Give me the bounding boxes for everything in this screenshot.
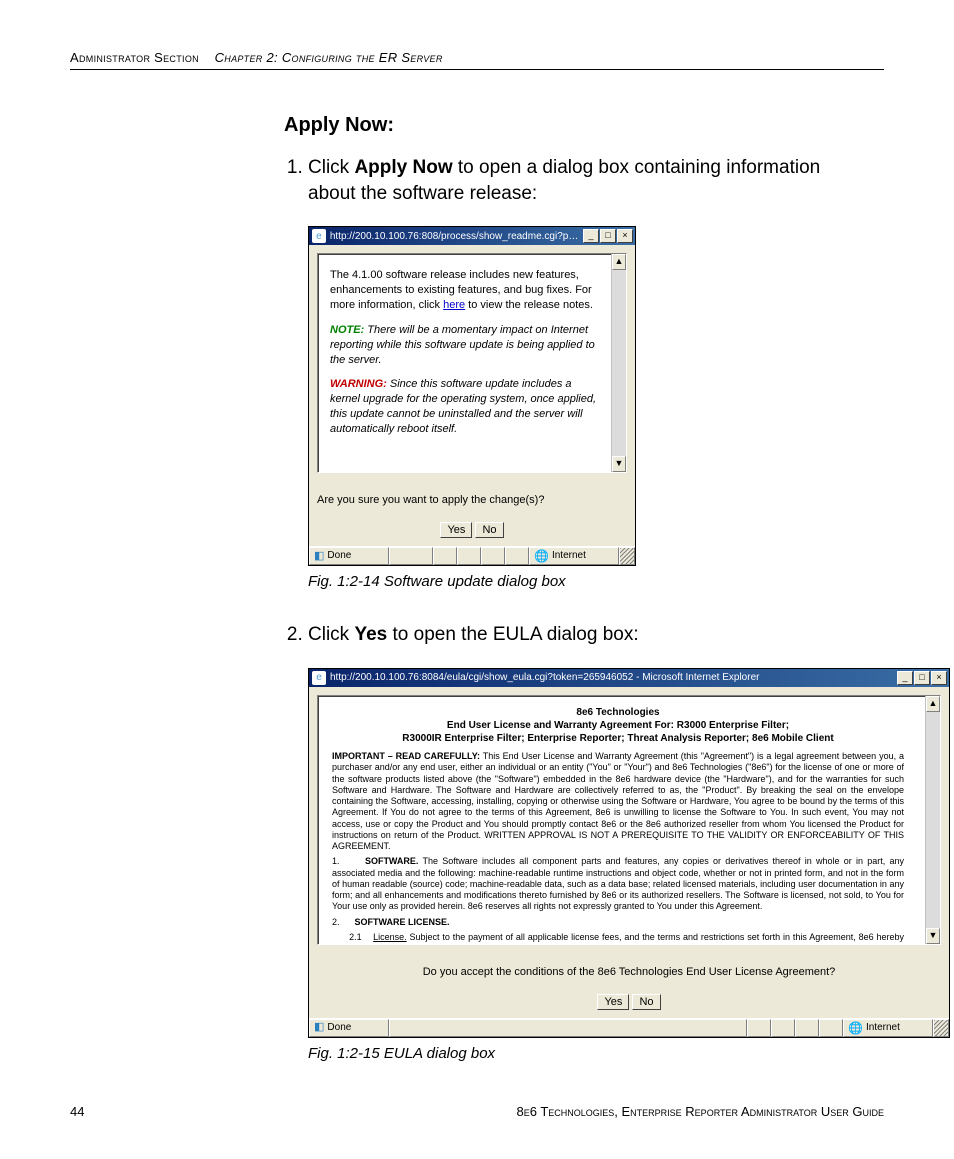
status-bar: ◧ Done 🌐 Internet (309, 1018, 949, 1037)
done-icon: ◧ (314, 1020, 324, 1035)
scroll-down-icon[interactable]: ▼ (926, 928, 940, 944)
step-2: Click Yes to open the EULA dialog box: e… (308, 622, 864, 1064)
page-footer: 44 8e6 Technologies, Enterprise Reporter… (70, 1104, 884, 1119)
step-1: Click Apply Now to open a dialog box con… (308, 155, 864, 592)
status-zone: Internet (866, 1021, 900, 1035)
scroll-up-icon[interactable]: ▲ (926, 696, 940, 712)
page-number: 44 (70, 1104, 84, 1119)
close-button[interactable]: × (931, 671, 947, 685)
release-notes-panel: The 4.1.00 software release includes new… (317, 253, 627, 473)
running-header: Administrator Section Chapter 2: Configu… (70, 50, 884, 70)
done-icon: ◧ (314, 549, 324, 564)
confirm-text: Are you sure you want to apply the chang… (317, 493, 627, 508)
scroll-down-icon[interactable]: ▼ (612, 456, 626, 472)
book-title: 8e6 Technologies, Enterprise Reporter Ad… (516, 1104, 884, 1119)
section-heading: Apply Now: (284, 114, 864, 137)
internet-zone-icon: 🌐 (534, 548, 549, 564)
figure-2-caption: Fig. 1:2-15 EULA dialog box (308, 1044, 864, 1064)
header-chapter: Chapter 2: Configuring the ER Server (215, 50, 443, 65)
minimize-button[interactable]: _ (583, 229, 599, 243)
status-bar: ◧ Done 🌐 Internet (309, 546, 635, 565)
yes-button[interactable]: Yes (440, 522, 472, 538)
scroll-up-icon[interactable]: ▲ (612, 254, 626, 270)
status-done: Done (327, 549, 351, 563)
header-section: Administrator Section (70, 50, 199, 65)
maximize-button[interactable]: □ (600, 229, 616, 243)
figure-1-caption: Fig. 1:2-14 Software update dialog box (308, 572, 864, 592)
resize-grip-icon[interactable] (933, 1019, 949, 1037)
internet-zone-icon: 🌐 (848, 1020, 863, 1036)
no-button[interactable]: No (475, 522, 503, 538)
note-label: NOTE: (330, 324, 364, 336)
no-button[interactable]: No (632, 994, 660, 1010)
eula-confirm-text: Do you accept the conditions of the 8e6 … (317, 965, 941, 980)
scrollbar[interactable]: ▲ ▼ (925, 696, 940, 944)
yes-button[interactable]: Yes (597, 994, 629, 1010)
titlebar: e http://200.10.100.76:808/process/show_… (309, 227, 635, 245)
resize-grip-icon[interactable] (619, 547, 635, 565)
scrollbar[interactable]: ▲ ▼ (611, 254, 626, 472)
ie-icon: e (312, 671, 326, 685)
window-title: http://200.10.100.76:808/process/show_re… (330, 230, 579, 244)
maximize-button[interactable]: □ (914, 671, 930, 685)
minimize-button[interactable]: _ (897, 671, 913, 685)
eula-header-line2: End User License and Warranty Agreement … (332, 719, 904, 732)
titlebar: e http://200.10.100.76:8084/eula/cgi/sho… (309, 669, 949, 687)
close-button[interactable]: × (617, 229, 633, 243)
window-title: http://200.10.100.76:8084/eula/cgi/show_… (330, 671, 893, 685)
eula-text-panel: 8e6 Technologies End User License and Wa… (317, 695, 941, 945)
ie-icon: e (312, 229, 326, 243)
status-zone: Internet (552, 549, 586, 563)
eula-header-line3: R3000IR Enterprise Filter; Enterprise Re… (332, 732, 904, 745)
status-done: Done (327, 1021, 351, 1035)
warning-label: WARNING: (330, 378, 387, 390)
eula-company: 8e6 Technologies (332, 706, 904, 719)
release-notes-link[interactable]: here (443, 299, 465, 311)
software-update-dialog: e http://200.10.100.76:808/process/show_… (308, 226, 636, 566)
eula-dialog: e http://200.10.100.76:8084/eula/cgi/sho… (308, 668, 950, 1038)
